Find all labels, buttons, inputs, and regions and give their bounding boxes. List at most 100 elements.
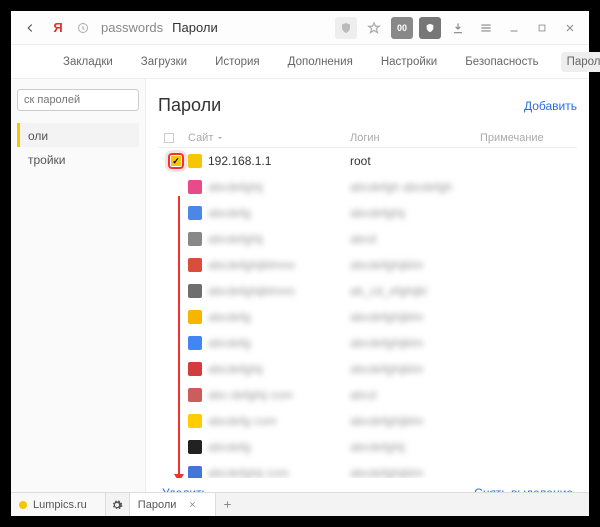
- search-input[interactable]: [17, 89, 139, 111]
- lock-icon: [75, 20, 91, 36]
- browser-tabstrip: Lumpics.ru Пароли: [11, 492, 589, 516]
- settings-tabs: Закладки Загрузки История Дополнения Нас…: [11, 45, 589, 79]
- sidebar-item-settings[interactable]: тройки: [17, 147, 139, 171]
- login-cell: abcdefghijklm: [350, 466, 480, 478]
- login-cell: abcdefgh abcdefgh: [350, 180, 480, 194]
- ext-badge-icon[interactable]: 00: [391, 17, 413, 39]
- ext-shield-icon[interactable]: [419, 17, 441, 39]
- site-favicon: [188, 206, 202, 220]
- browser-toolbar: Я passwords Пароли 00: [11, 11, 589, 45]
- new-tab-button[interactable]: [216, 499, 238, 510]
- tab-bookmarks[interactable]: Закладки: [57, 52, 119, 72]
- site-favicon: [188, 310, 202, 324]
- site-favicon: [188, 388, 202, 402]
- site-cell: abcdefg: [208, 206, 251, 220]
- tab-downloads[interactable]: Загрузки: [135, 52, 193, 72]
- login-cell: ab_cd_efghijkl: [350, 284, 480, 298]
- browser-tab-lumpics[interactable]: Lumpics.ru: [11, 493, 106, 516]
- site-cell: abcdefg: [208, 310, 251, 324]
- row-checkbox-checked[interactable]: ✓: [168, 153, 184, 169]
- tab-settings[interactable]: Настройки: [375, 52, 443, 72]
- site-favicon: [188, 154, 202, 168]
- browser-tab-passwords[interactable]: Пароли: [130, 493, 217, 516]
- password-table-body: ✓ 192.168.1.1 root abcdefghij abcdefgh abcde…: [158, 148, 577, 478]
- login-cell: abcdefghij: [350, 206, 480, 220]
- col-note: Примечание: [480, 132, 577, 144]
- site-cell: abcdefg: [208, 336, 251, 350]
- table-row[interactable]: abcdefg abcdefghij: [158, 200, 577, 226]
- gear-icon[interactable]: [106, 493, 130, 516]
- site-favicon: [188, 414, 202, 428]
- annotation-arrow: [178, 196, 180, 476]
- site-cell: abcdefghij: [208, 180, 263, 194]
- browser-tab-label: Пароли: [138, 499, 177, 511]
- url-prefix: passwords: [101, 20, 163, 35]
- tab-history[interactable]: История: [209, 52, 266, 72]
- select-all-checkbox[interactable]: [164, 133, 174, 143]
- site-cell: abcdefghij: [208, 362, 263, 376]
- table-row[interactable]: abcdefghij com abcdefghijklm: [158, 460, 577, 478]
- table-row[interactable]: abcdefg abcdefghijklm: [158, 330, 577, 356]
- login-cell: abcdefghijklm: [350, 336, 480, 350]
- login-cell: abcdefghijklm: [350, 414, 480, 428]
- yandex-logo[interactable]: Я: [47, 17, 69, 39]
- sidebar-item-passwords[interactable]: оли: [17, 123, 139, 147]
- tab-close-icon[interactable]: [188, 500, 197, 509]
- sidebar: оли тройки: [11, 79, 146, 516]
- site-cell: abcdefghij: [208, 232, 263, 246]
- site-cell: abcdefg: [208, 440, 251, 454]
- site-favicon: [188, 180, 202, 194]
- bookmark-star-icon[interactable]: [363, 17, 385, 39]
- menu-icon[interactable]: [475, 17, 497, 39]
- tab-passwords[interactable]: Пароли: [561, 52, 600, 72]
- url-title: Пароли: [172, 20, 218, 35]
- tab-extensions[interactable]: Дополнения: [282, 52, 359, 72]
- site-cell: abcdefghijklmno: [208, 258, 295, 272]
- table-row[interactable]: abcdefghijklmno abcdefghijklm: [158, 252, 577, 278]
- table-row[interactable]: abcdefg abcdefghij: [158, 434, 577, 460]
- table-row[interactable]: abcdefg com abcdefghijklm: [158, 408, 577, 434]
- content-panel: Пароли Добавить Сайт Логин Примечание ✓ 1…: [146, 79, 589, 516]
- browser-tab-label: Lumpics.ru: [33, 499, 87, 511]
- table-row[interactable]: abcdefghij abcdefghijklm: [158, 356, 577, 382]
- col-site[interactable]: Сайт: [188, 132, 350, 144]
- table-header: Сайт Логин Примечание: [158, 128, 577, 148]
- col-login: Логин: [350, 132, 480, 144]
- login-cell: root: [350, 154, 480, 168]
- add-button[interactable]: Добавить: [524, 99, 577, 113]
- close-icon[interactable]: [559, 17, 581, 39]
- page-title: Пароли: [158, 95, 221, 116]
- login-cell: abcd: [350, 232, 480, 246]
- shield-icon[interactable]: [335, 17, 357, 39]
- login-cell: abcdefghijklm: [350, 362, 480, 376]
- table-row[interactable]: abcdefghij abcd: [158, 226, 577, 252]
- site-cell: abcdefg com: [208, 414, 277, 428]
- table-row[interactable]: abcdefghij abcdefgh abcdefgh: [158, 174, 577, 200]
- back-button[interactable]: [19, 17, 41, 39]
- login-cell: abcdefghij: [350, 440, 480, 454]
- login-cell: abcdefghijklm: [350, 310, 480, 324]
- minimize-icon[interactable]: [503, 17, 525, 39]
- site-favicon: [188, 258, 202, 272]
- table-row[interactable]: ✓ 192.168.1.1 root: [158, 148, 577, 174]
- col-site-label: Сайт: [188, 132, 213, 144]
- site-cell: abc-defghij com: [208, 388, 293, 402]
- maximize-icon[interactable]: [531, 17, 553, 39]
- table-row[interactable]: abcdefghijklmno ab_cd_efghijkl: [158, 278, 577, 304]
- site-favicon: [188, 336, 202, 350]
- site-cell: 192.168.1.1: [208, 154, 271, 168]
- site-favicon: [188, 232, 202, 246]
- site-favicon: [188, 466, 202, 478]
- site-cell: abcdefghijklmno: [208, 284, 295, 298]
- site-favicon: [188, 440, 202, 454]
- table-row[interactable]: abc-defghij com abcd: [158, 382, 577, 408]
- tab-security[interactable]: Безопасность: [459, 52, 544, 72]
- chevron-down-icon: [216, 134, 224, 142]
- site-favicon: [188, 362, 202, 376]
- favicon-dot: [19, 501, 27, 509]
- table-row[interactable]: abcdefg abcdefghijklm: [158, 304, 577, 330]
- login-cell: abcd: [350, 388, 480, 402]
- download-icon[interactable]: [447, 17, 469, 39]
- site-cell: abcdefghij com: [208, 466, 289, 478]
- login-cell: abcdefghijklm: [350, 258, 480, 272]
